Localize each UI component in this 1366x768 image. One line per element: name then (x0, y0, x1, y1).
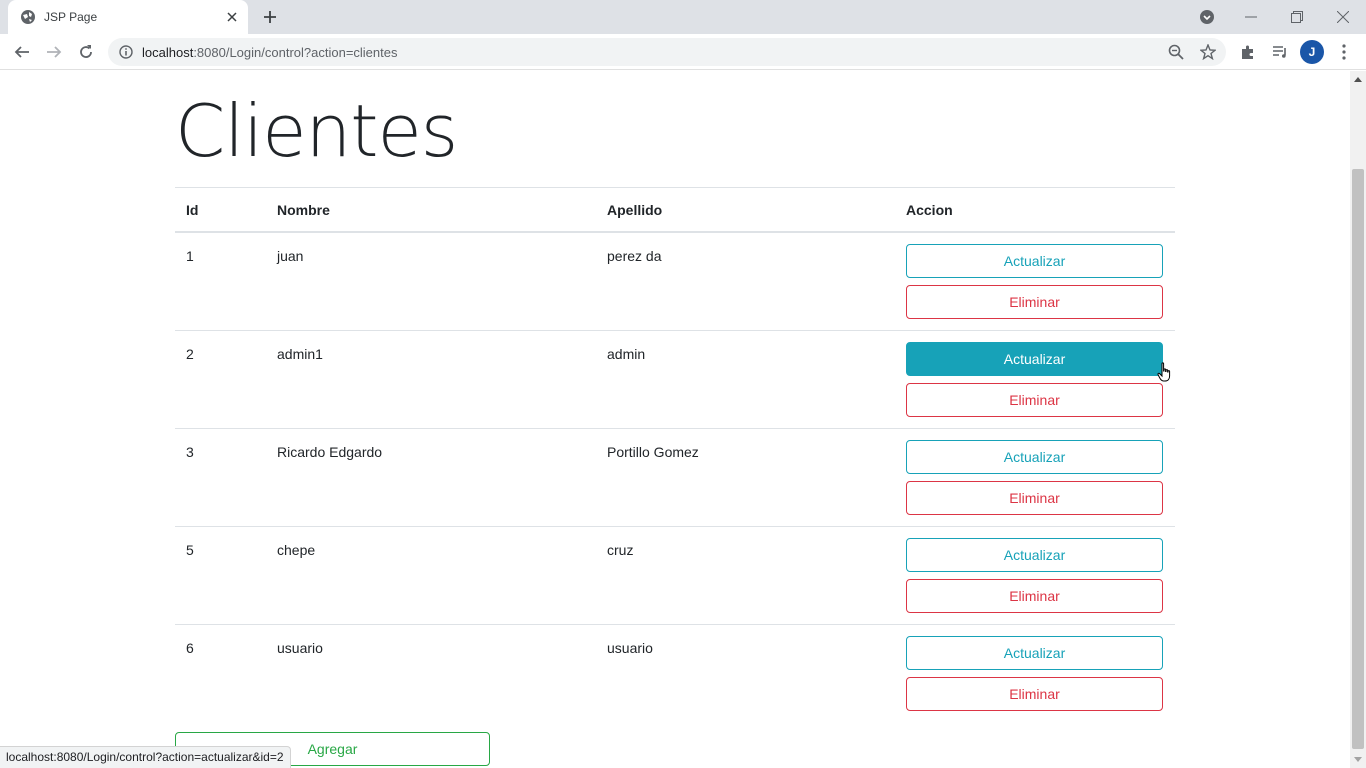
cell-id: 2 (175, 330, 266, 429)
zoom-icon[interactable] (1162, 38, 1190, 66)
browser-tab[interactable]: JSP Page (8, 0, 248, 34)
cell-apellido: cruz (596, 526, 895, 625)
cell-nombre: juan (266, 231, 596, 331)
scroll-down-arrow-icon[interactable] (1350, 752, 1366, 768)
profile-avatar[interactable]: J (1300, 40, 1324, 64)
tab-title: JSP Page (44, 10, 98, 24)
update-button[interactable]: Actualizar (906, 244, 1163, 278)
restore-icon[interactable] (1274, 0, 1320, 34)
url-text[interactable]: localhost:8080/Login/control?action=clie… (142, 45, 398, 60)
cell-apellido: admin (596, 330, 895, 429)
cell-nombre: chepe (266, 526, 596, 625)
minimize-icon[interactable] (1228, 0, 1274, 34)
update-button[interactable]: Actualizar (906, 342, 1163, 376)
bookmark-star-icon[interactable] (1194, 38, 1222, 66)
delete-button[interactable]: Eliminar (906, 677, 1163, 711)
close-tab-icon[interactable] (222, 7, 242, 27)
tab-strip: JSP Page (0, 0, 1366, 34)
new-tab-icon[interactable] (259, 6, 281, 28)
cell-nombre: admin1 (266, 330, 596, 429)
cell-id: 3 (175, 428, 266, 527)
cell-apellido: usuario (596, 624, 895, 722)
cell-actions: Actualizar Eliminar (895, 624, 1175, 722)
delete-button[interactable]: Eliminar (906, 579, 1163, 613)
header-nombre: Nombre (266, 187, 596, 233)
header-id: Id (175, 187, 266, 233)
table-row: 3 Ricardo Edgardo Portillo Gomez Actuali… (175, 428, 1175, 527)
header-accion: Accion (895, 187, 1175, 233)
header-apellido: Apellido (596, 187, 895, 233)
table-row: 5 chepe cruz Actualizar Eliminar (175, 526, 1175, 625)
vertical-scrollbar[interactable] (1350, 71, 1366, 768)
cell-id: 5 (175, 526, 266, 625)
update-button[interactable]: Actualizar (906, 538, 1163, 572)
cell-actions: Actualizar Eliminar (895, 231, 1175, 331)
cell-apellido: perez da (596, 231, 895, 331)
extensions-icon[interactable] (1234, 38, 1262, 66)
address-bar[interactable]: localhost:8080/Login/control?action=clie… (108, 38, 1226, 66)
clients-table: Id Nombre Apellido Accion 1 juan perez d… (175, 187, 1175, 722)
cell-nombre: Ricardo Edgardo (266, 428, 596, 527)
cell-actions: Actualizar Eliminar (895, 428, 1175, 527)
hand-cursor-icon (1157, 362, 1173, 389)
cell-actions: Actualizar Eliminar (895, 330, 1175, 429)
info-icon[interactable] (112, 38, 140, 66)
globe-icon (20, 9, 36, 25)
media-queue-icon[interactable] (1266, 38, 1294, 66)
table-row: 2 admin1 admin Actualizar Eliminar (175, 330, 1175, 429)
table-row: 1 juan perez da Actualizar Eliminar (175, 231, 1175, 331)
menu-kebab-icon[interactable] (1330, 38, 1358, 66)
table-row: 6 usuario usuario Actualizar Eliminar (175, 624, 1175, 722)
cell-nombre: usuario (266, 624, 596, 722)
cell-id: 6 (175, 624, 266, 722)
cell-id: 1 (175, 231, 266, 331)
table-header-row: Id Nombre Apellido Accion (175, 187, 1175, 233)
scroll-up-arrow-icon[interactable] (1350, 71, 1366, 87)
delete-button[interactable]: Eliminar (906, 383, 1163, 417)
reload-icon[interactable] (72, 38, 100, 66)
update-button[interactable]: Actualizar (906, 440, 1163, 474)
browser-toolbar: localhost:8080/Login/control?action=clie… (0, 34, 1366, 70)
update-button[interactable]: Actualizar (906, 636, 1163, 670)
cell-actions: Actualizar Eliminar (895, 526, 1175, 625)
link-status-bar: localhost:8080/Login/control?action=actu… (0, 746, 291, 768)
scrollbar-thumb[interactable] (1352, 169, 1364, 749)
tab-search-icon[interactable] (1184, 0, 1230, 34)
close-window-icon[interactable] (1320, 0, 1366, 34)
back-icon[interactable] (8, 38, 36, 66)
page-title: Clientes (175, 89, 458, 173)
delete-button[interactable]: Eliminar (906, 481, 1163, 515)
delete-button[interactable]: Eliminar (906, 285, 1163, 319)
cell-apellido: Portillo Gomez (596, 428, 895, 527)
page-viewport: Clientes Id Nombre Apellido Accion 1 jua… (0, 71, 1350, 768)
forward-icon[interactable] (40, 38, 68, 66)
